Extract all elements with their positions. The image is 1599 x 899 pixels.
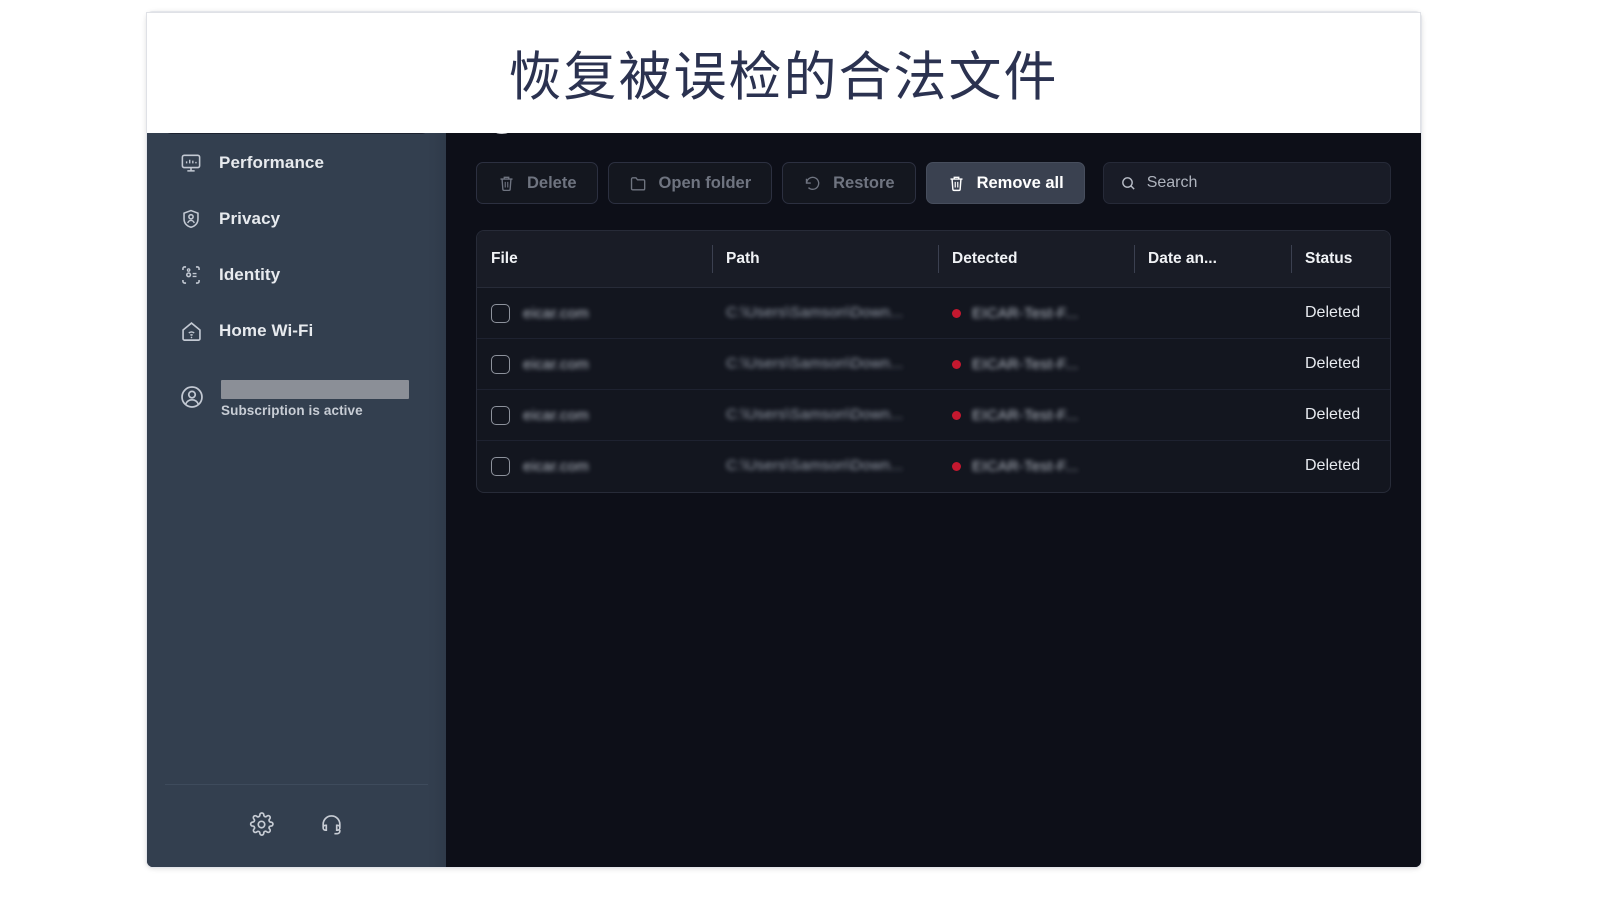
- cell-date: [1134, 338, 1291, 390]
- table-head: File Path Detected Date an... Status: [477, 231, 1390, 288]
- sidebar-item-privacy[interactable]: Privacy: [163, 192, 430, 246]
- cell-file: eicar.com: [477, 338, 712, 390]
- trash-icon: [497, 174, 516, 193]
- delete-button[interactable]: Delete: [476, 162, 598, 204]
- main-content: Quarantine Backup copies of files that h…: [446, 12, 1421, 867]
- severity-dot-icon: [952, 308, 961, 318]
- remove-all-button[interactable]: Remove all: [925, 162, 1085, 204]
- restore-button[interactable]: Restore: [782, 162, 916, 204]
- file-path: C:\Users\Samson\Down...: [726, 355, 904, 372]
- row-checkbox[interactable]: [491, 456, 510, 476]
- detection-name: EICAR-Test-F...: [972, 355, 1079, 373]
- table-header-row: File Path Detected Date an... Status: [477, 231, 1390, 288]
- id-card-icon: [179, 263, 203, 287]
- file-name: eicar.com: [523, 457, 589, 475]
- gear-icon[interactable]: [249, 811, 275, 837]
- sidebar-item-label: Identity: [219, 265, 281, 284]
- column-header-detected[interactable]: Detected: [938, 231, 1134, 288]
- status-badge: Deleted: [1291, 287, 1390, 339]
- sidebar-item-label: Home Wi-Fi: [219, 321, 314, 340]
- detection-name: EICAR-Test-F...: [972, 457, 1079, 475]
- row-checkbox[interactable]: [491, 405, 510, 425]
- search-placeholder: Search: [1146, 174, 1198, 191]
- severity-dot-icon: [952, 410, 961, 420]
- open-folder-button-label: Open folder: [658, 173, 752, 192]
- cell-file: eicar.com: [477, 389, 712, 441]
- row-checkbox[interactable]: [491, 303, 510, 323]
- cell-detected: EICAR-Test-F...: [938, 441, 1134, 492]
- remove-all-button-label: Remove all: [976, 173, 1064, 192]
- table-row[interactable]: eicar.com C:\Users\Samson\Down... EICAR-…: [477, 287, 1390, 339]
- cell-date: [1134, 441, 1291, 492]
- antivirus-app-window: Home Security: [147, 12, 1421, 867]
- cell-path: C:\Users\Samson\Down...: [712, 338, 938, 390]
- file-path: C:\Users\Samson\Down...: [726, 406, 904, 423]
- severity-dot-icon: [952, 359, 961, 369]
- trash-icon: [947, 174, 966, 193]
- sidebar-item-label: Privacy: [219, 209, 281, 228]
- column-header-date[interactable]: Date an...: [1134, 231, 1291, 288]
- search-input[interactable]: Search: [1102, 162, 1391, 204]
- sidebar-item-identity[interactable]: Identity: [163, 248, 430, 302]
- sidebar: Home Security: [147, 12, 446, 867]
- table-row[interactable]: eicar.com C:\Users\Samson\Down... EICAR-…: [477, 389, 1390, 441]
- sidebar-item-label: Performance: [219, 153, 325, 172]
- cell-date: [1134, 389, 1291, 441]
- status-badge: Deleted: [1291, 389, 1390, 441]
- column-header-file[interactable]: File: [477, 231, 712, 288]
- chinese-title-banner: 恢复被误检的合法文件: [146, 12, 1421, 133]
- cell-path: C:\Users\Samson\Down...: [712, 287, 938, 339]
- house-wifi-icon: [179, 319, 203, 343]
- quarantine-toolbar: Delete Open folder Restore Remove all Se…: [476, 162, 1391, 204]
- sidebar-item-home-wifi[interactable]: Home Wi-Fi: [163, 304, 430, 358]
- file-path: C:\Users\Samson\Down...: [726, 457, 904, 475]
- file-name: eicar.com: [523, 406, 589, 424]
- quarantine-table-card: File Path Detected Date an... Status eic…: [476, 230, 1391, 493]
- headset-support-icon[interactable]: [319, 811, 345, 837]
- column-header-path[interactable]: Path: [712, 231, 938, 288]
- screenshot-root: Home Security: [0, 0, 1599, 899]
- banner-title: 恢复被误检的合法文件: [508, 47, 1059, 108]
- user-circle-icon: [179, 384, 205, 410]
- severity-dot-icon: [952, 461, 961, 471]
- sidebar-footer: [165, 784, 428, 867]
- cell-path: C:\Users\Samson\Down...: [712, 441, 938, 492]
- cell-date: [1134, 287, 1291, 339]
- status-badge: Deleted: [1305, 457, 1361, 475]
- restore-button-label: Restore: [833, 173, 895, 192]
- folder-icon: [629, 174, 648, 193]
- file-path: C:\Users\Samson\Down...: [726, 304, 904, 321]
- row-checkbox[interactable]: [491, 354, 510, 374]
- delete-button-label: Delete: [527, 173, 577, 192]
- search-icon: [1120, 175, 1137, 192]
- cell-path: C:\Users\Samson\Down...: [712, 389, 938, 441]
- cell-detected: EICAR-Test-F...: [938, 389, 1134, 441]
- account-text: Subscription is active: [221, 380, 409, 418]
- subscription-status: Subscription is active: [221, 403, 363, 418]
- monitor-icon: [179, 151, 203, 175]
- restore-arrow-icon: [803, 174, 822, 193]
- file-name: eicar.com: [523, 355, 589, 373]
- sidebar-account[interactable]: Subscription is active: [147, 366, 446, 418]
- detection-name: EICAR-Test-F...: [972, 406, 1079, 424]
- table-row[interactable]: eicar.com C:\Users\Samson\Down... EICAR-…: [477, 338, 1390, 390]
- cell-detected: EICAR-Test-F...: [938, 287, 1134, 339]
- cell-file: eicar.com: [477, 287, 712, 339]
- file-name: eicar.com: [523, 304, 589, 322]
- cell-file: eicar.com: [477, 441, 712, 492]
- detection-name: EICAR-Test-F...: [972, 304, 1079, 322]
- account-name-redacted: [221, 380, 409, 399]
- open-folder-button[interactable]: Open folder: [607, 162, 773, 204]
- sidebar-item-performance[interactable]: Performance: [163, 136, 430, 190]
- status-badge: Deleted: [1291, 338, 1390, 390]
- privacy-shield-icon: [179, 207, 203, 231]
- cell-detected: EICAR-Test-F...: [938, 338, 1134, 390]
- quarantine-table: File Path Detected Date an... Status eic…: [477, 231, 1390, 492]
- table-row[interactable]: eicar.com C:\Users\Samson\Down... EICAR-…: [477, 441, 1390, 492]
- column-header-status[interactable]: Status: [1291, 231, 1390, 288]
- table-body: eicar.com C:\Users\Samson\Down... EICAR-…: [477, 287, 1390, 492]
